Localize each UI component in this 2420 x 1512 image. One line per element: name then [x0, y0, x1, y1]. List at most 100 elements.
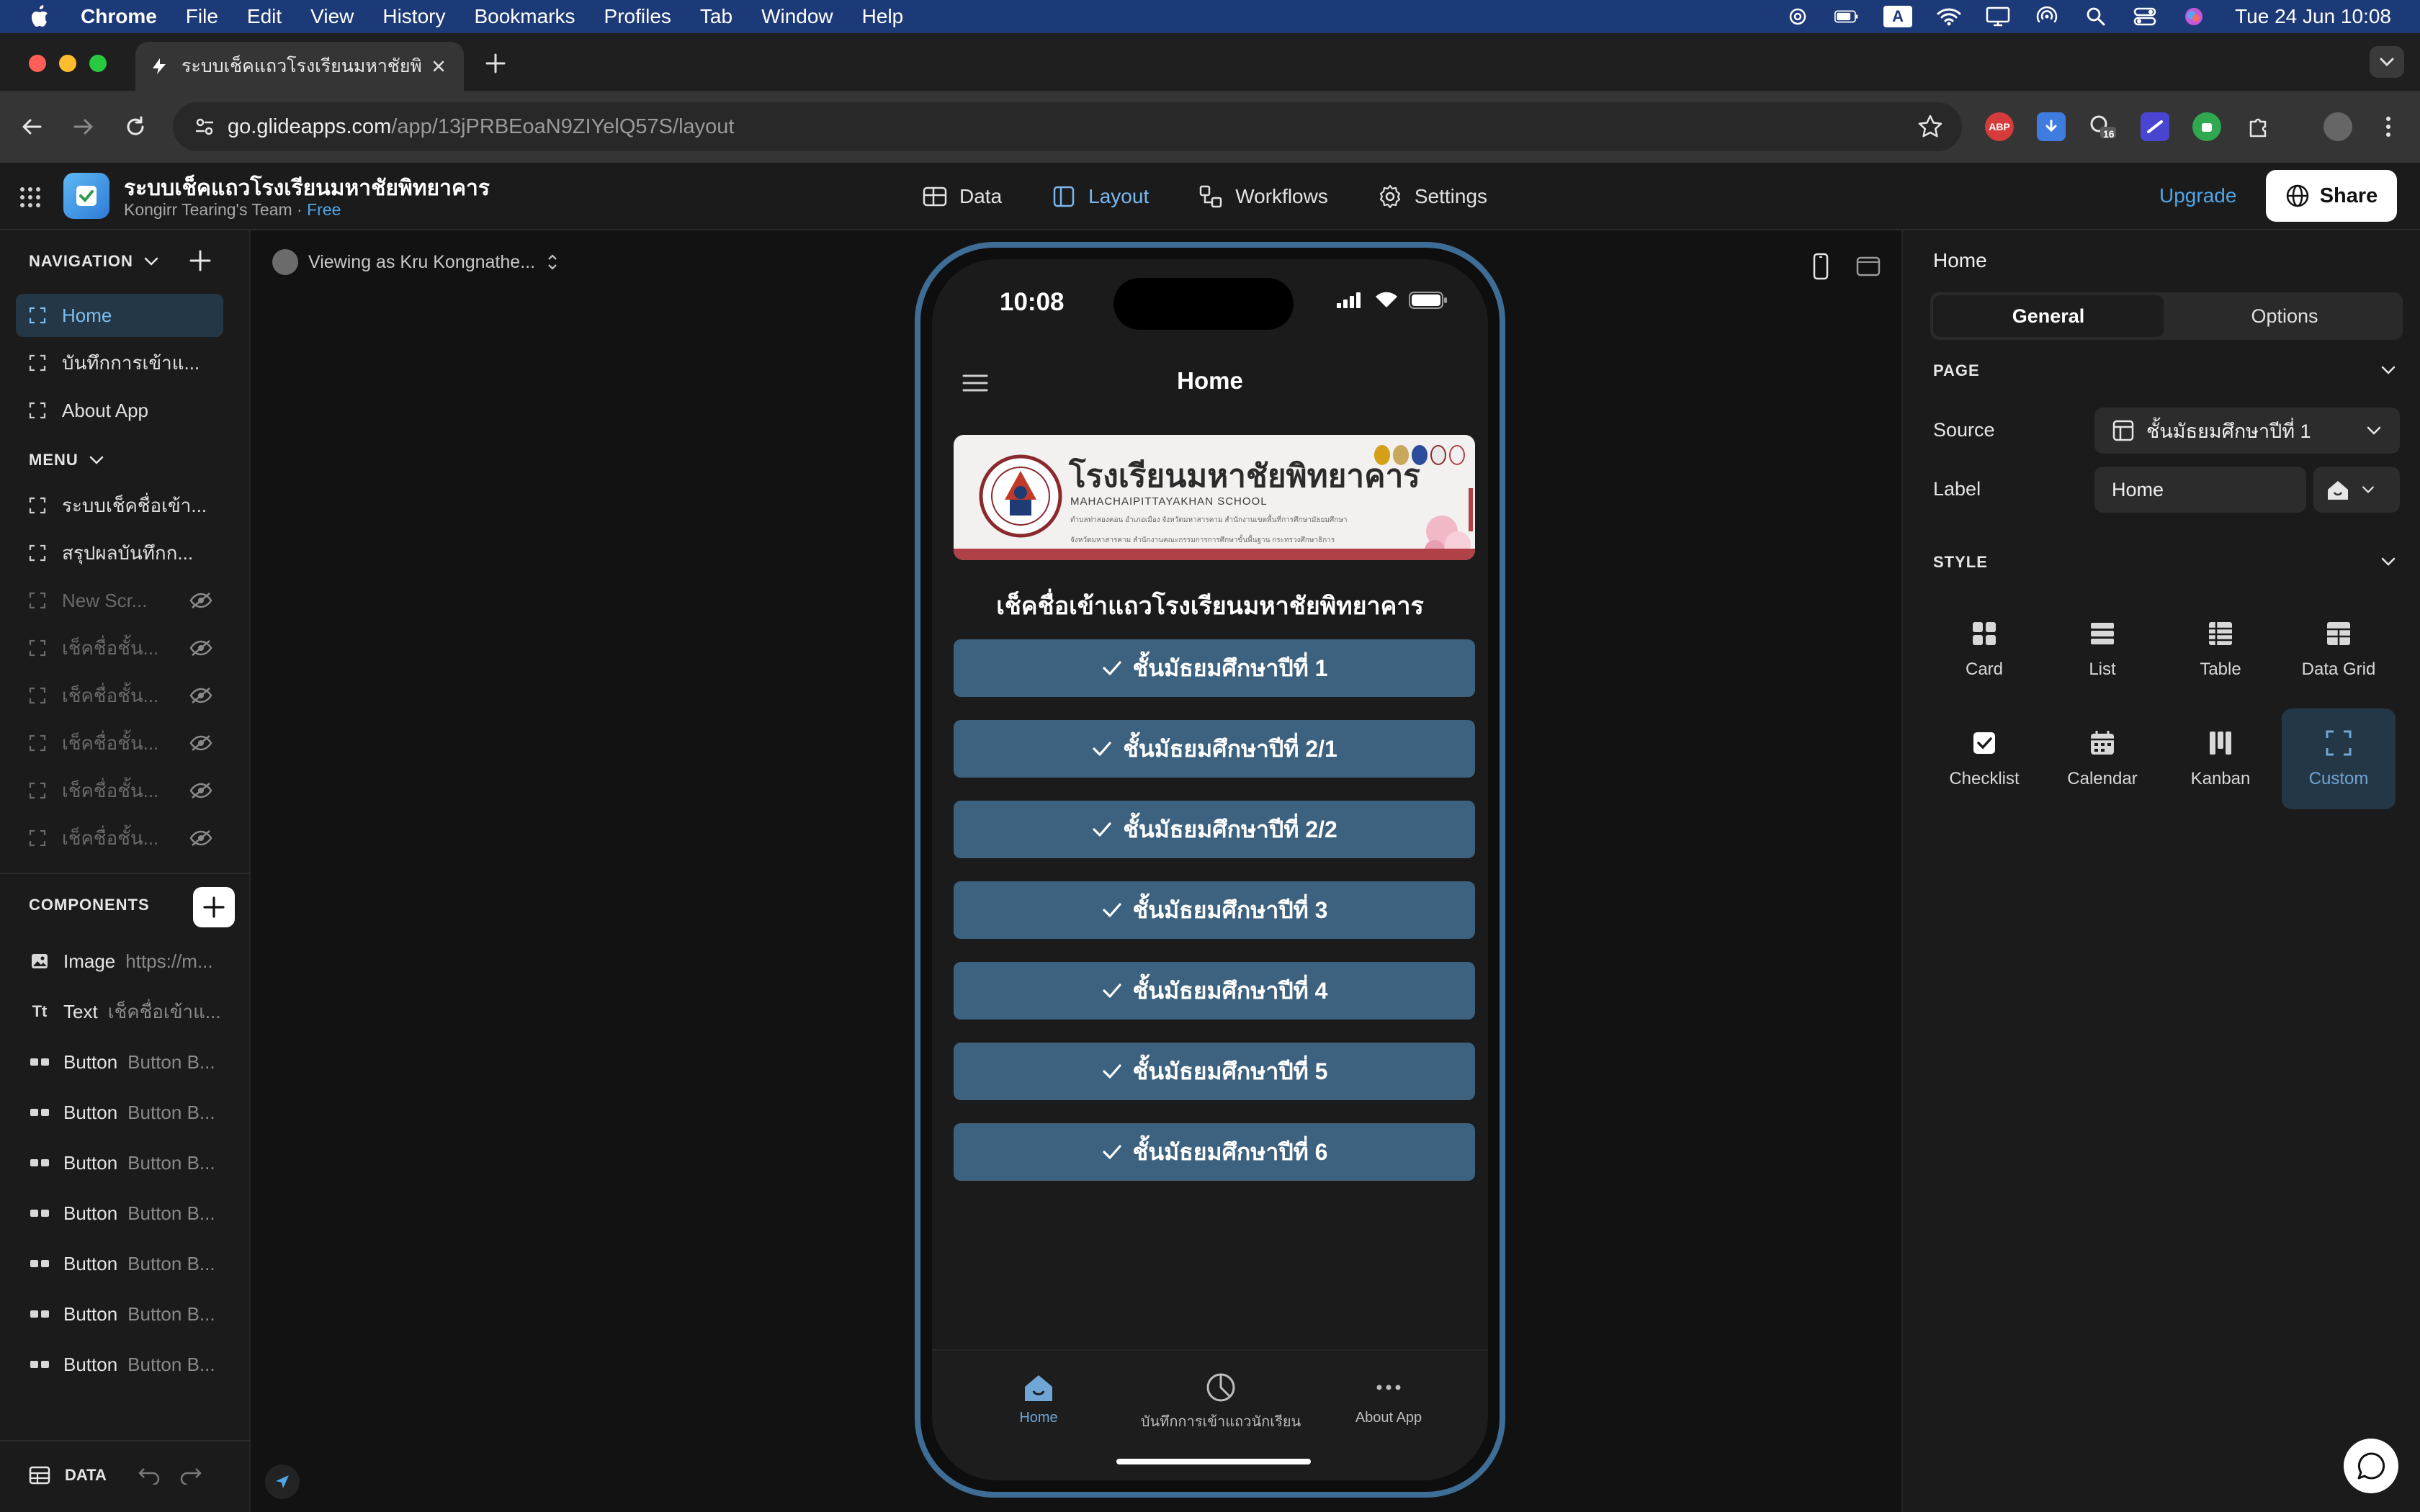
phone-tab-home[interactable]: Home — [995, 1369, 1082, 1426]
chevron-down-icon[interactable] — [2378, 360, 2398, 380]
chevron-down-icon[interactable] — [2378, 552, 2398, 572]
component-item-button[interactable]: Button Button B... — [29, 1044, 238, 1080]
phone-tab-about[interactable]: About App — [1338, 1369, 1439, 1426]
bookmark-star-icon[interactable] — [1916, 112, 1945, 141]
viewing-as-selector[interactable]: Viewing as Kru Kongnathe... — [272, 249, 560, 275]
menu-window[interactable]: Window — [761, 5, 833, 28]
component-item-button[interactable]: Button Button B... — [29, 1195, 238, 1231]
menu-bookmarks[interactable]: Bookmarks — [474, 5, 575, 28]
share-button[interactable]: Share — [2266, 170, 2397, 222]
style-card[interactable]: Card — [1927, 599, 2041, 700]
menu-app-name[interactable]: Chrome — [81, 5, 157, 28]
sidebar-menu-item-hidden[interactable]: เช็คชื่อชั้น... — [16, 721, 223, 765]
style-table[interactable]: Table — [2164, 599, 2277, 700]
back-arrow-icon[interactable] — [14, 109, 49, 144]
menu-history[interactable]: History — [382, 5, 445, 28]
eye-off-icon[interactable] — [189, 639, 213, 657]
phone-tab-attendance[interactable]: บันทึกการเข้าแถวนักเรียน — [1124, 1369, 1318, 1433]
style-checklist[interactable]: Checklist — [1927, 708, 2041, 809]
label-input[interactable]: Home — [2094, 467, 2306, 513]
nav-settings[interactable]: Settings — [1377, 163, 1487, 230]
adblock-extension-icon[interactable]: ABP — [1985, 112, 2014, 141]
redo-icon[interactable] — [177, 1466, 205, 1485]
component-item-image[interactable]: Image https://m... — [29, 943, 238, 979]
zoom-window-button[interactable] — [89, 55, 107, 72]
sidebar-menu-item-hidden[interactable]: เช็คชื่อชั้น... — [16, 816, 223, 860]
battery-icon[interactable] — [1834, 6, 1859, 27]
chrome-menu-icon[interactable] — [2374, 112, 2403, 141]
close-tab-icon[interactable] — [428, 55, 449, 77]
green-extension-icon[interactable] — [2192, 112, 2221, 141]
class-button-m3[interactable]: ชั้นมัธยมศึกษาปีที่ 3 — [954, 881, 1475, 939]
sidebar-menu-item-hidden[interactable]: เช็คชื่อชั้น... — [16, 674, 223, 717]
tablet-preview-icon[interactable] — [1855, 252, 1881, 281]
sidebar-item-attendance-log[interactable]: บันทึกการเข้าแ... — [16, 341, 223, 384]
component-item-button[interactable]: Button Button B... — [29, 1145, 238, 1181]
menubar-clock[interactable]: Tue 24 Jun 10:08 — [2235, 5, 2391, 28]
plan-badge[interactable]: Free — [307, 200, 341, 219]
tab-search-button[interactable] — [2370, 46, 2404, 78]
app-grid-icon[interactable] — [19, 186, 42, 209]
data-table-icon[interactable] — [29, 1466, 50, 1485]
site-settings-icon[interactable] — [190, 112, 219, 141]
class-button-m6[interactable]: ชั้นมัธยมศึกษาปีที่ 6 — [954, 1123, 1475, 1181]
eye-off-icon[interactable] — [189, 829, 213, 847]
profile-avatar[interactable] — [2323, 112, 2352, 141]
class-button-m4[interactable]: ชั้นมัธยมศึกษาปีที่ 4 — [954, 962, 1475, 1020]
sidebar-menu-item-hidden[interactable]: เช็คชื่อชั้น... — [16, 769, 223, 812]
address-bar[interactable]: go.glideapps.com/app/13jPRBEoaN9ZIYelQ57… — [173, 102, 1962, 151]
sidebar-menu-item-hidden[interactable]: เช็คชื่อชั้น... — [16, 626, 223, 670]
menu-section-header[interactable]: MENU — [29, 451, 104, 469]
component-item-button[interactable]: Button Button B... — [29, 1296, 238, 1332]
add-navigation-icon[interactable] — [186, 246, 215, 275]
close-window-button[interactable] — [29, 55, 46, 72]
minimize-window-button[interactable] — [59, 55, 76, 72]
nav-workflows[interactable]: Workflows — [1198, 163, 1328, 230]
eye-off-icon[interactable] — [189, 781, 213, 800]
menu-tab[interactable]: Tab — [700, 5, 732, 28]
menu-view[interactable]: View — [310, 5, 354, 28]
browser-tab-active[interactable]: ระบบเช็คแถวโรงเรียนมหาชัยพิทย — [135, 42, 464, 91]
tab-options[interactable]: Options — [2169, 295, 2400, 337]
sidebar-menu-item[interactable]: สรุปผลบันทึกก... — [16, 531, 223, 575]
sidebar-menu-item-hidden[interactable]: New Scr... — [16, 579, 223, 622]
style-kanban[interactable]: Kanban — [2164, 708, 2277, 809]
eye-off-icon[interactable] — [189, 686, 213, 705]
class-button-m5[interactable]: ชั้นมัธยมศึกษาปีที่ 5 — [954, 1043, 1475, 1100]
apple-logo-icon[interactable] — [29, 4, 50, 29]
style-list[interactable]: List — [2045, 599, 2159, 700]
pointer-tool-icon[interactable] — [265, 1464, 300, 1499]
school-banner-image[interactable]: โรงเรียนมหาชัยพิทยาคาร MAHACHAIPITTAYAKH… — [954, 435, 1475, 560]
style-data-grid[interactable]: Data Grid — [2282, 599, 2396, 700]
eye-off-icon[interactable] — [189, 591, 213, 610]
source-select[interactable]: ชั้นมัธยมศึกษาปีที่ 1 — [2094, 408, 2400, 454]
highlight-extension-icon[interactable] — [2141, 112, 2169, 141]
ext-badge-icon[interactable]: 16 — [2089, 112, 2118, 141]
siri-icon[interactable] — [2182, 6, 2206, 27]
style-calendar[interactable]: Calendar — [2045, 708, 2159, 809]
forward-arrow-icon[interactable] — [66, 109, 101, 144]
upgrade-link[interactable]: Upgrade — [2159, 184, 2236, 207]
add-component-button[interactable] — [193, 887, 235, 927]
navigation-section-header[interactable]: NAVIGATION — [29, 252, 159, 271]
airdrop-icon[interactable] — [2035, 6, 2059, 27]
sidebar-item-about[interactable]: About App — [16, 389, 223, 432]
new-tab-icon[interactable] — [483, 50, 508, 76]
reload-icon[interactable] — [118, 109, 153, 144]
wifi-icon[interactable] — [1937, 6, 1961, 27]
control-center-icon[interactable] — [2133, 6, 2157, 27]
undo-icon[interactable] — [135, 1466, 163, 1485]
label-icon-picker[interactable] — [2313, 467, 2400, 513]
component-item-button[interactable]: Button Button B... — [29, 1246, 238, 1282]
menu-file[interactable]: File — [186, 5, 218, 28]
component-item-button[interactable]: Button Button B... — [29, 1346, 238, 1382]
download-extension-icon[interactable] — [2037, 112, 2066, 141]
display-icon[interactable] — [1986, 6, 2010, 27]
menu-edit[interactable]: Edit — [247, 5, 282, 28]
class-button-m1[interactable]: ชั้นมัธยมศึกษาปีที่ 1 — [954, 639, 1475, 697]
sidebar-item-home[interactable]: Home — [16, 294, 223, 337]
support-chat-button[interactable] — [2344, 1439, 2398, 1493]
tab-general[interactable]: General — [1933, 295, 2164, 337]
nav-data[interactable]: Data — [922, 163, 1002, 230]
phone-preview-icon[interactable] — [1808, 252, 1834, 281]
